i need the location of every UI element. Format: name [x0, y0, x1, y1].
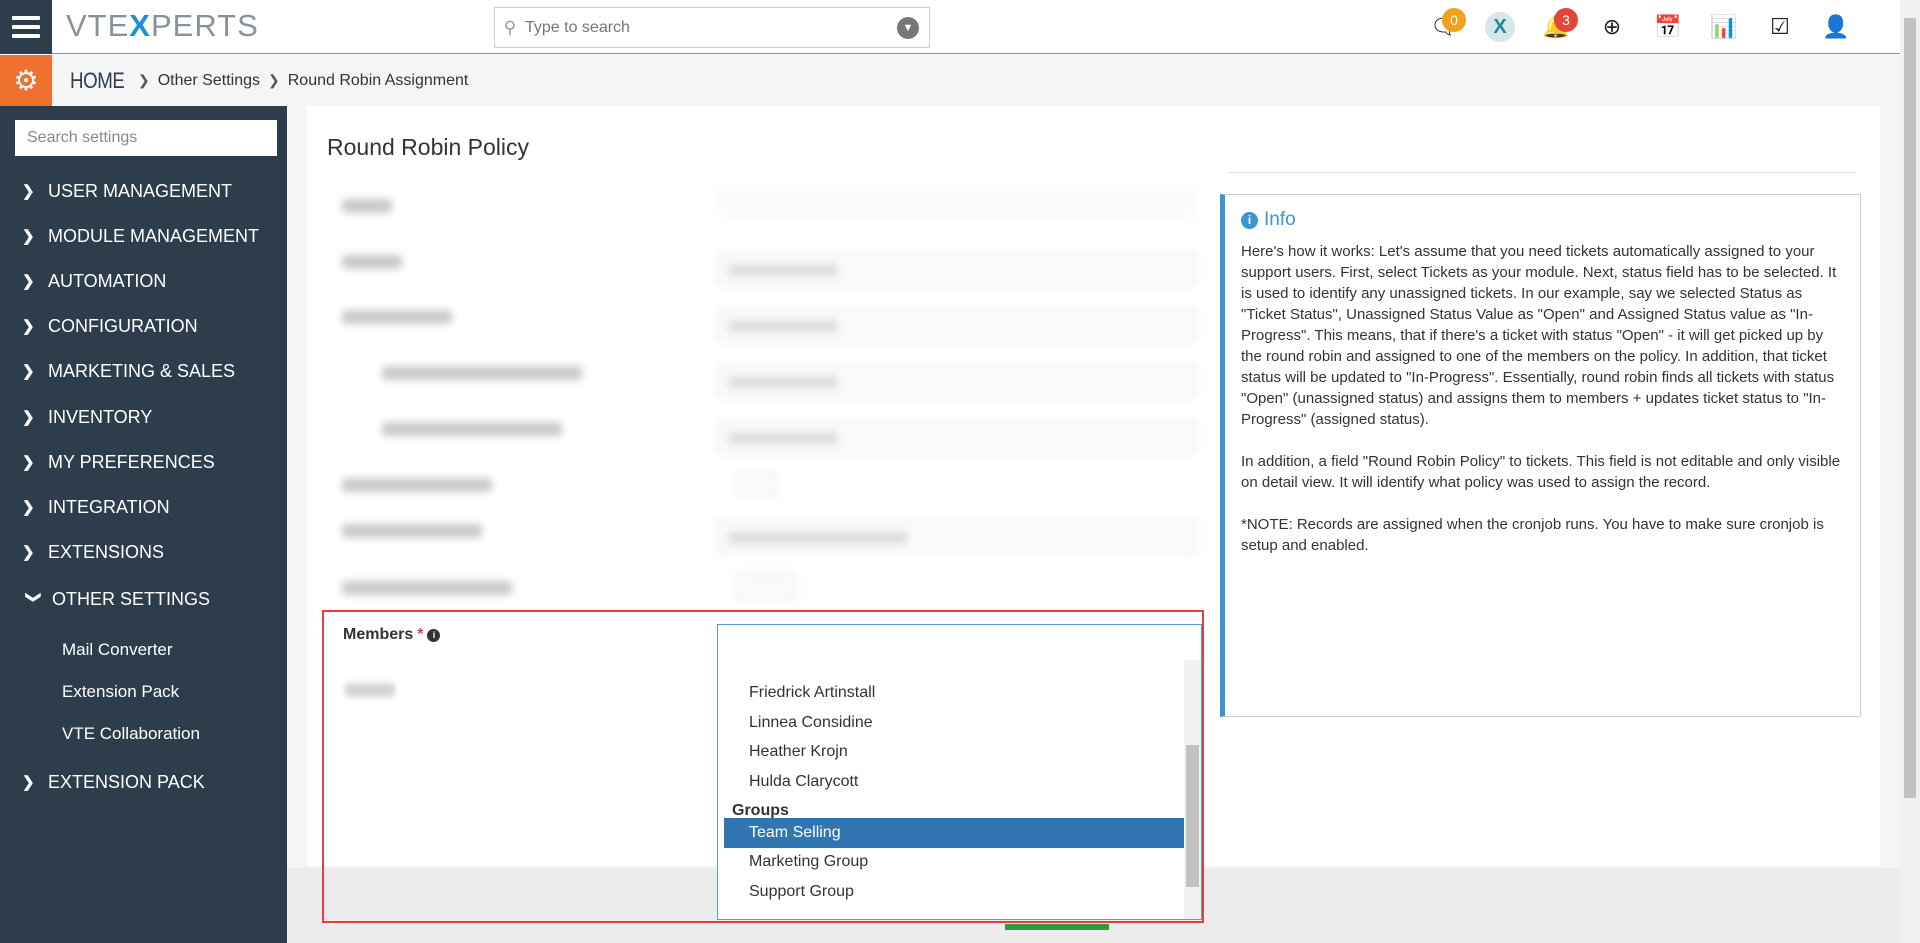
- chevron-right-icon: ❯: [22, 408, 48, 426]
- dropdown-option[interactable]: Hulda Clarycott: [718, 767, 1186, 797]
- required-asterisk: *: [417, 626, 423, 644]
- sidebar-item-automation[interactable]: ❯AUTOMATION: [0, 261, 287, 301]
- sidebar-item-other-settings[interactable]: ❯OTHER SETTINGS: [0, 579, 287, 619]
- sidebar-subitem-extension-pack[interactable]: Extension Pack: [62, 682, 179, 702]
- global-search[interactable]: ⚲ ▼: [494, 7, 930, 48]
- notification-badge: 3: [1554, 8, 1578, 32]
- sidebar-item-my-preferences[interactable]: ❯MY PREFERENCES: [0, 442, 287, 482]
- user-profile-icon[interactable]: 👤: [1808, 0, 1864, 54]
- chevron-right-icon: ❯: [22, 227, 48, 245]
- settings-gear-icon[interactable]: ⚙: [0, 55, 52, 106]
- chevron-right-icon: ❯: [22, 317, 48, 335]
- dropdown-option[interactable]: Linnea Considine: [718, 708, 1186, 738]
- dropdown-option-selected[interactable]: Team Selling: [724, 818, 1186, 848]
- info-paragraph-2: In addition, a field "Round Robin Policy…: [1241, 451, 1844, 493]
- global-search-input[interactable]: [525, 19, 897, 37]
- sidebar-subitem-vte-collaboration[interactable]: VTE Collaboration: [62, 724, 200, 744]
- hamburger-menu-icon[interactable]: [0, 0, 52, 54]
- breadcrumb-separator-icon: ❯: [268, 72, 280, 89]
- breadcrumb-separator-icon: ❯: [138, 72, 150, 89]
- chevron-down-icon: ❯: [25, 591, 43, 607]
- sidebar-item-module-management[interactable]: ❯MODULE MANAGEMENT: [0, 216, 287, 256]
- breadcrumb-other-settings[interactable]: Other Settings: [158, 72, 260, 90]
- top-icons: 🗨0 X 🔔3 ⊕ 📅 📊 ☑ 👤: [1416, 0, 1864, 54]
- breadcrumb-round-robin: Round Robin Assignment: [288, 72, 469, 90]
- page-title: Round Robin Policy: [327, 134, 529, 161]
- chat-badge: 0: [1442, 8, 1466, 32]
- tasks-checkbox-icon[interactable]: ☑: [1752, 0, 1808, 54]
- blurred-label: [345, 683, 395, 697]
- info-text: Here's how it works: Let's assume that y…: [1241, 241, 1844, 556]
- notifications-bell-icon[interactable]: 🔔3: [1528, 0, 1584, 54]
- top-navbar: VTEXPERTS ⚲ ▼ 🗨0 X 🔔3 ⊕ 📅 📊 ☑ 👤: [0, 0, 1900, 54]
- quick-create-plus-icon[interactable]: ⊕: [1584, 0, 1640, 54]
- sidebar-subitem-mail-converter[interactable]: Mail Converter: [62, 640, 173, 660]
- sidebar-item-extension-pack[interactable]: ❯EXTENSION PACK: [0, 762, 287, 802]
- search-options-chevron-icon[interactable]: ▼: [897, 17, 919, 39]
- info-paragraph-1: Here's how it works: Let's assume that y…: [1241, 241, 1844, 430]
- sidebar-item-marketing-sales[interactable]: ❯MARKETING & SALES: [0, 351, 287, 391]
- chevron-right-icon: ❯: [22, 773, 48, 791]
- info-circle-icon: i: [1241, 212, 1258, 229]
- reports-chart-icon[interactable]: 📊: [1696, 0, 1752, 54]
- members-dropdown[interactable]: Friedrick Artinstall Linnea Considine He…: [717, 660, 1202, 920]
- divider: [1227, 172, 1857, 173]
- search-icon: ⚲: [495, 18, 525, 38]
- dropdown-option[interactable]: Marketing Group: [718, 847, 1186, 877]
- dropdown-option[interactable]: Heather Krojn: [718, 737, 1186, 767]
- members-info-icon[interactable]: i: [427, 629, 440, 642]
- sidebar-search-input[interactable]: Search settings: [15, 120, 277, 156]
- info-paragraph-3: *NOTE: Records are assigned when the cro…: [1241, 514, 1844, 556]
- sidebar-item-integration[interactable]: ❯INTEGRATION: [0, 487, 287, 527]
- sidebar-item-user-management[interactable]: ❯USER MANAGEMENT: [0, 171, 287, 211]
- chevron-right-icon: ❯: [22, 182, 48, 200]
- save-button[interactable]: [1005, 924, 1109, 930]
- vtexperts-x-icon[interactable]: X: [1472, 0, 1528, 54]
- chevron-right-icon: ❯: [22, 272, 48, 290]
- sidebar-item-inventory[interactable]: ❯INVENTORY: [0, 397, 287, 437]
- sidebar-item-configuration[interactable]: ❯CONFIGURATION: [0, 306, 287, 346]
- calendar-icon[interactable]: 📅: [1640, 0, 1696, 54]
- app-logo[interactable]: VTEXPERTS: [66, 8, 259, 44]
- info-heading: iInfo: [1241, 209, 1844, 231]
- chevron-right-icon: ❯: [22, 453, 48, 471]
- breadcrumb-bar: ⚙ HOME ❯ Other Settings ❯ Round Robin As…: [0, 55, 1900, 106]
- sidebar-item-extensions[interactable]: ❯EXTENSIONS: [0, 532, 287, 572]
- info-box: iInfo Here's how it works: Let's assume …: [1220, 194, 1861, 717]
- breadcrumb-home[interactable]: HOME: [70, 68, 124, 94]
- chevron-right-icon: ❯: [22, 543, 48, 561]
- members-label: Members* i: [343, 626, 440, 644]
- dropdown-scrollbar[interactable]: [1184, 660, 1201, 920]
- chevron-right-icon: ❯: [22, 362, 48, 380]
- breadcrumb: HOME ❯ Other Settings ❯ Round Robin Assi…: [70, 55, 468, 106]
- chat-icon[interactable]: 🗨0: [1416, 0, 1472, 54]
- dropdown-option[interactable]: Support Group: [718, 877, 1186, 907]
- settings-sidebar: Search settings ❯USER MANAGEMENT ❯MODULE…: [0, 106, 287, 943]
- members-select-input[interactable]: [717, 624, 1202, 660]
- page-scrollbar[interactable]: [1900, 0, 1920, 943]
- dropdown-option[interactable]: Friedrick Artinstall: [718, 678, 1186, 708]
- chevron-right-icon: ❯: [22, 498, 48, 516]
